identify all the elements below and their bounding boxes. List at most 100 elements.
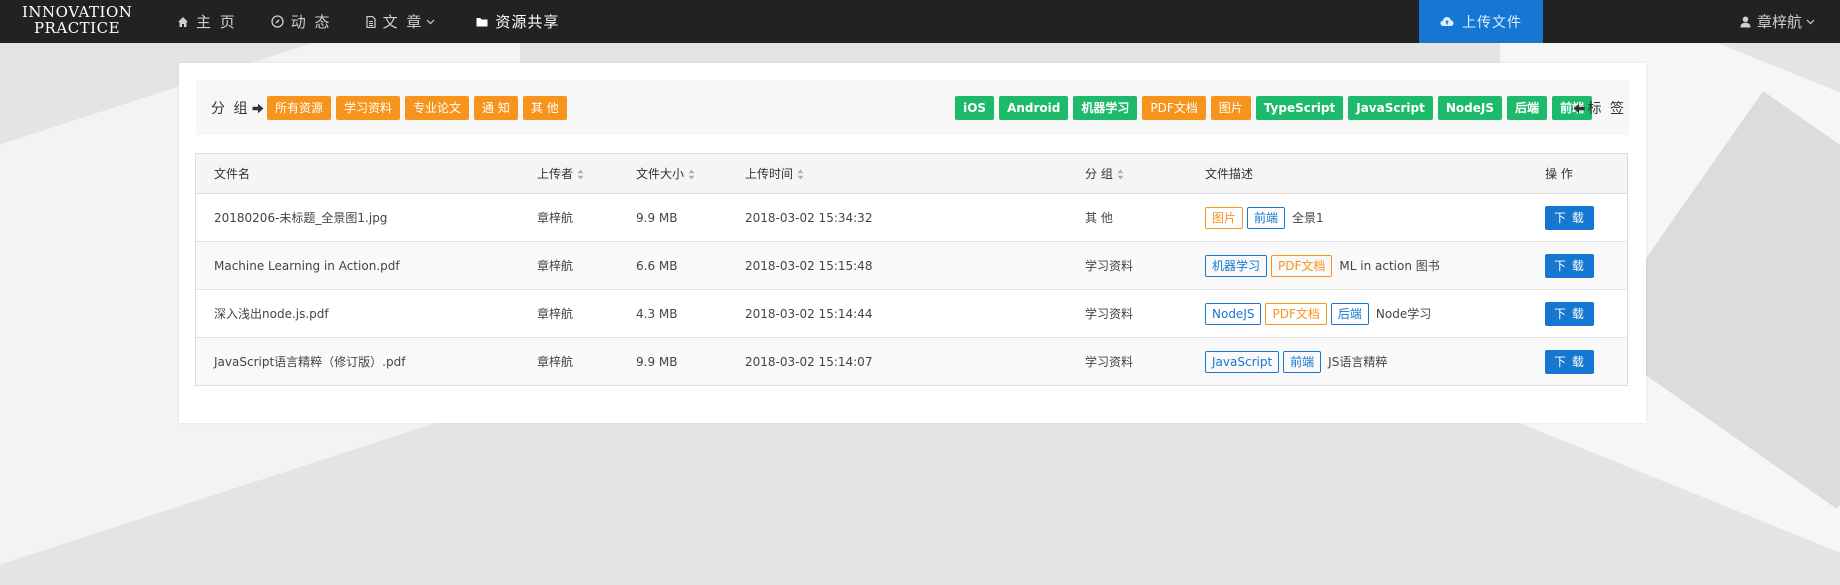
tag-chip-typescript[interactable]: TypeScript <box>1255 96 1344 120</box>
description-text: ML in action 图书 <box>1339 259 1440 273</box>
sort-icon <box>797 169 804 180</box>
tag-chip-nodejs[interactable]: NodeJS <box>1437 96 1502 120</box>
col-header-uploader[interactable]: 上传者 <box>537 153 636 194</box>
description-text: JS语言精粹 <box>1328 355 1388 369</box>
sort-icon <box>577 169 584 180</box>
group-chip-all[interactable]: 所有资源 <box>267 96 332 120</box>
cell-file-size: 4.3 MB <box>636 289 745 338</box>
table-row: Machine Learning in Action.pdf 章梓航 6.6 M… <box>195 241 1628 290</box>
cell-upload-time: 2018-03-02 15:34:32 <box>745 193 1085 242</box>
col-header-label: 上传时间 <box>745 167 794 181</box>
download-button[interactable]: 下 载 <box>1545 253 1594 278</box>
tag-label[interactable]: PDF文档 <box>1271 254 1333 277</box>
cell-file-name: 深入浅出node.js.pdf <box>195 289 537 338</box>
compass-icon <box>271 15 284 28</box>
tag-label[interactable]: 后端 <box>1330 302 1369 325</box>
cell-action: 下 载 <box>1545 289 1628 338</box>
col-header-label: 上传者 <box>537 167 574 181</box>
col-header-label: 文件大小 <box>636 167 685 181</box>
group-chip-notice[interactable]: 通 知 <box>474 96 518 120</box>
tag-label[interactable]: JavaScript <box>1205 350 1280 373</box>
upload-file-button[interactable]: 上传文件 <box>1419 0 1543 43</box>
group-chip-other[interactable]: 其 他 <box>522 96 567 120</box>
cell-action: 下 载 <box>1545 241 1628 290</box>
description-text: Node学习 <box>1375 307 1432 321</box>
nav-item-label: 资源共享 <box>495 13 560 31</box>
col-header-size[interactable]: 文件大小 <box>636 153 745 194</box>
col-header-time[interactable]: 上传时间 <box>745 153 1085 194</box>
tag-chip-backend[interactable]: 后端 <box>1506 96 1547 120</box>
cell-group: 其 他 <box>1085 193 1205 242</box>
tag-label[interactable]: PDF文档 <box>1265 302 1327 325</box>
cell-uploader: 章梓航 <box>537 289 636 338</box>
arrow-right-icon <box>252 103 264 113</box>
cell-file-size: 9.9 MB <box>636 193 745 242</box>
tag-label[interactable]: 图片 <box>1205 206 1244 229</box>
tag-chip-pdf[interactable]: PDF文档 <box>1142 96 1206 120</box>
filter-bar: 分 组 所有资源 学习资料 专业论文 通 知 其 他 iOS Android 机… <box>196 80 1629 135</box>
group-filter-label: 分 组 <box>211 98 264 118</box>
resources-panel: 分 组 所有资源 学习资料 专业论文 通 知 其 他 iOS Android 机… <box>179 63 1646 423</box>
tag-chip-android[interactable]: Android <box>999 96 1069 120</box>
col-header-group[interactable]: 分 组 <box>1085 153 1205 194</box>
tag-chip-ios[interactable]: iOS <box>955 96 995 120</box>
user-name: 章梓航 <box>1757 13 1803 31</box>
group-chip-study[interactable]: 学习资料 <box>336 96 401 120</box>
nav-item-resources[interactable]: 资源共享 <box>459 0 576 43</box>
brand-line-1: INNOVATION <box>22 3 133 21</box>
download-button[interactable]: 下 载 <box>1545 301 1594 326</box>
table-row: 深入浅出node.js.pdf 章梓航 4.3 MB 2018-03-02 15… <box>195 289 1628 338</box>
tag-chip-image[interactable]: 图片 <box>1210 96 1251 120</box>
files-table: 文件名 上传者 文件大小 上传时间 分 组 文件描述 操 作 20180206-… <box>195 153 1628 386</box>
download-button[interactable]: 下 载 <box>1545 205 1594 230</box>
nav-item-articles[interactable]: 文 章 <box>349 0 460 43</box>
tag-chip-javascript[interactable]: JavaScript <box>1348 96 1433 120</box>
folder-icon <box>476 17 488 26</box>
group-label-text: 分 组 <box>211 101 250 117</box>
cell-uploader: 章梓航 <box>537 337 636 386</box>
cell-file-size: 6.6 MB <box>636 241 745 290</box>
tag-label[interactable]: 前端 <box>1283 350 1322 373</box>
main-nav: 主 页 动 态 文 章 资源共享 <box>160 0 576 43</box>
tag-chip-machine-learning[interactable]: 机器学习 <box>1073 96 1138 120</box>
cloud-upload-icon <box>1440 17 1454 26</box>
user-menu[interactable]: 章梓航 <box>1740 0 1821 43</box>
table-header-row: 文件名 上传者 文件大小 上传时间 分 组 文件描述 操 作 <box>195 153 1628 194</box>
sort-icon <box>688 169 695 180</box>
tag-label[interactable]: 机器学习 <box>1205 254 1268 277</box>
cell-uploader: 章梓航 <box>537 193 636 242</box>
group-chip-papers[interactable]: 专业论文 <box>405 96 470 120</box>
cell-description: 机器学习 PDF文档 ML in action 图书 <box>1205 241 1545 290</box>
file-icon <box>365 15 376 28</box>
tag-filter-label: 标 签 <box>1573 98 1626 118</box>
table-row: JavaScript语言精粹（修订版）.pdf 章梓航 9.9 MB 2018-… <box>195 337 1628 386</box>
nav-item-news[interactable]: 动 态 <box>254 0 349 43</box>
cell-upload-time: 2018-03-02 15:15:48 <box>745 241 1085 290</box>
cell-description: 图片 前端 全景1 <box>1205 193 1545 242</box>
nav-item-home[interactable]: 主 页 <box>160 0 254 43</box>
group-chips: 所有资源 学习资料 专业论文 通 知 其 他 <box>267 96 567 120</box>
brand-line-2: PRACTICE <box>33 19 121 37</box>
tag-chips: iOS Android 机器学习 PDF文档 图片 TypeScript Jav… <box>955 96 1592 120</box>
tag-label[interactable]: 前端 <box>1247 206 1286 229</box>
tag-label-text: 标 签 <box>1587 101 1626 117</box>
col-header-desc: 文件描述 <box>1205 153 1545 194</box>
user-icon <box>1740 16 1751 27</box>
table-row: 20180206-未标题_全景图1.jpg 章梓航 9.9 MB 2018-03… <box>195 193 1628 242</box>
nav-item-label: 文 章 <box>382 13 424 31</box>
description-text: 全景1 <box>1292 211 1324 225</box>
top-navbar: INNOVATION PRACTICE 主 页 动 态 文 章 资源共享 上传文… <box>0 0 1840 43</box>
cell-description: NodeJS PDF文档 后端 Node学习 <box>1205 289 1545 338</box>
cell-file-name: Machine Learning in Action.pdf <box>195 241 537 290</box>
cell-group: 学习资料 <box>1085 337 1205 386</box>
cell-file-size: 9.9 MB <box>636 337 745 386</box>
cell-file-name: JavaScript语言精粹（修订版）.pdf <box>195 337 537 386</box>
chevron-down-icon <box>426 19 435 24</box>
arrow-left-icon <box>1573 103 1585 113</box>
brand-logo[interactable]: INNOVATION PRACTICE <box>22 4 132 36</box>
nav-item-label: 主 页 <box>196 13 237 31</box>
download-button[interactable]: 下 载 <box>1545 349 1594 374</box>
cell-upload-time: 2018-03-02 15:14:07 <box>745 337 1085 386</box>
tag-label[interactable]: NodeJS <box>1205 302 1262 325</box>
cell-upload-time: 2018-03-02 15:14:44 <box>745 289 1085 338</box>
